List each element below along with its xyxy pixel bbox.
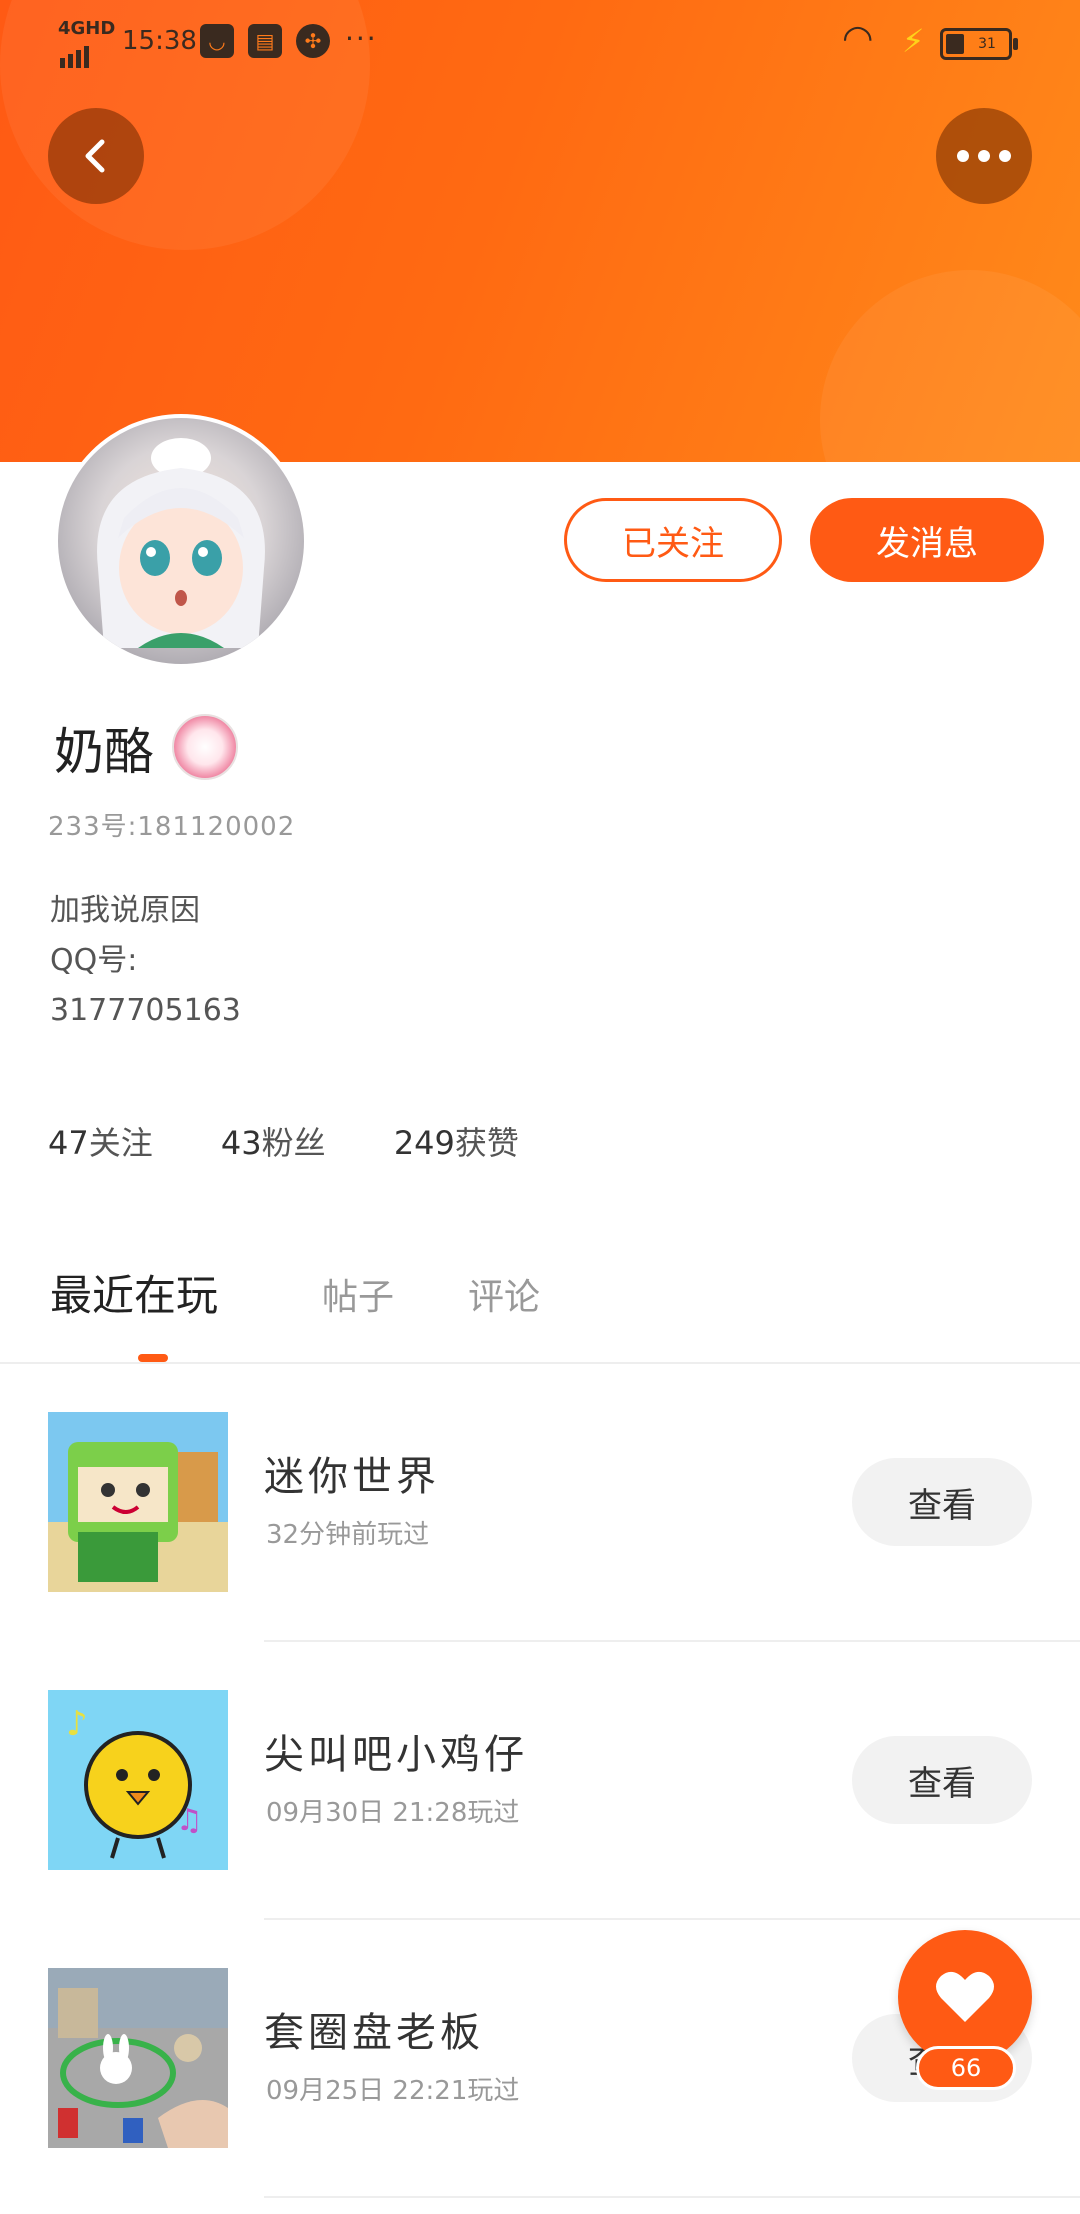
bio-line: QQ号:	[50, 943, 138, 978]
game-item[interactable]: 迷你世界 32分钟前玩过 查看	[0, 1364, 1080, 1642]
battery-level: 31	[978, 36, 996, 52]
signal-icon	[60, 38, 92, 68]
like-count: 66	[916, 2046, 1016, 2090]
following-stat[interactable]: 47关注	[48, 1124, 153, 1162]
followed-button[interactable]: 已关注	[564, 498, 782, 582]
game-last-played: 09月25日 22:21玩过	[266, 2076, 520, 2106]
send-message-button[interactable]: 发消息	[810, 498, 1044, 582]
view-button[interactable]: 查看	[852, 1736, 1032, 1824]
game-thumbnail	[48, 1968, 228, 2148]
followers-stat[interactable]: 43粉丝	[221, 1124, 326, 1162]
svg-text:♫: ♫	[176, 1803, 203, 1838]
anime-girl-avatar-image	[97, 438, 265, 648]
bio-line: 加我说原因	[50, 893, 200, 928]
chevron-left-icon	[85, 139, 105, 173]
tab-indicator	[138, 1354, 168, 1362]
network-type: 4GHD	[58, 18, 116, 39]
game-last-played: 09月30日 21:28玩过	[266, 1798, 520, 1828]
view-button[interactable]: 查看	[852, 1458, 1032, 1546]
profile-banner: 4GHD 15:38 ◡ ▤ ✣ ··· ◠ ⚡ 31	[0, 0, 1080, 462]
tab-comments[interactable]: 评论	[468, 1268, 540, 1320]
chick-game-image: ♪ ♫	[48, 1690, 228, 1870]
fan-icon: ✣	[296, 24, 330, 58]
game-thumbnail	[48, 1412, 228, 1592]
game-title: 迷你世界	[264, 1454, 440, 1500]
tab-recent-played[interactable]: 最近在玩	[50, 1262, 218, 1323]
avatar[interactable]	[54, 414, 308, 668]
heart-icon	[936, 1971, 994, 2022]
more-notifications-icon: ···	[345, 22, 378, 55]
more-dots-icon	[957, 150, 1011, 162]
ring-toss-image	[48, 1968, 228, 2148]
status-time: 15:38	[122, 26, 197, 56]
battery-icon: 31	[940, 28, 1018, 60]
status-bar: 4GHD 15:38 ◡ ▤ ✣ ··· ◠ ⚡ 31	[0, 0, 1080, 84]
bio: 加我说原因 QQ号: 3177705163	[50, 886, 241, 1036]
user-id: 233号:181120002	[48, 812, 296, 842]
wifi-icon: ◠	[842, 18, 874, 59]
card-icon: ▤	[248, 24, 282, 58]
game-title: 套圈盘老板	[264, 2010, 484, 2056]
stats-row: 47关注 43粉丝 249获赞	[48, 1118, 577, 1164]
back-button[interactable]	[48, 108, 144, 204]
svg-text:♪: ♪	[66, 1704, 88, 1744]
game-item[interactable]: ♪ ♫ 尖叫吧小鸡仔 09月30日 21:28玩过 查看	[0, 1642, 1080, 1920]
likes-stat[interactable]: 249获赞	[394, 1124, 519, 1162]
profile-name: 奶酪	[54, 723, 154, 781]
like-button[interactable]	[898, 1930, 1032, 2064]
mini-world-image	[48, 1412, 228, 1592]
game-last-played: 32分钟前玩过	[266, 1520, 430, 1550]
divider	[264, 2196, 1080, 2198]
level-badge-icon	[172, 714, 238, 780]
shopping-bag-icon: ◡	[200, 24, 234, 58]
tab-posts[interactable]: 帖子	[322, 1268, 394, 1320]
game-title: 尖叫吧小鸡仔	[264, 1732, 528, 1778]
more-button[interactable]	[936, 108, 1032, 204]
game-thumbnail: ♪ ♫	[48, 1690, 228, 1870]
charging-icon: ⚡	[902, 22, 925, 60]
bio-line: 3177705163	[50, 993, 241, 1028]
